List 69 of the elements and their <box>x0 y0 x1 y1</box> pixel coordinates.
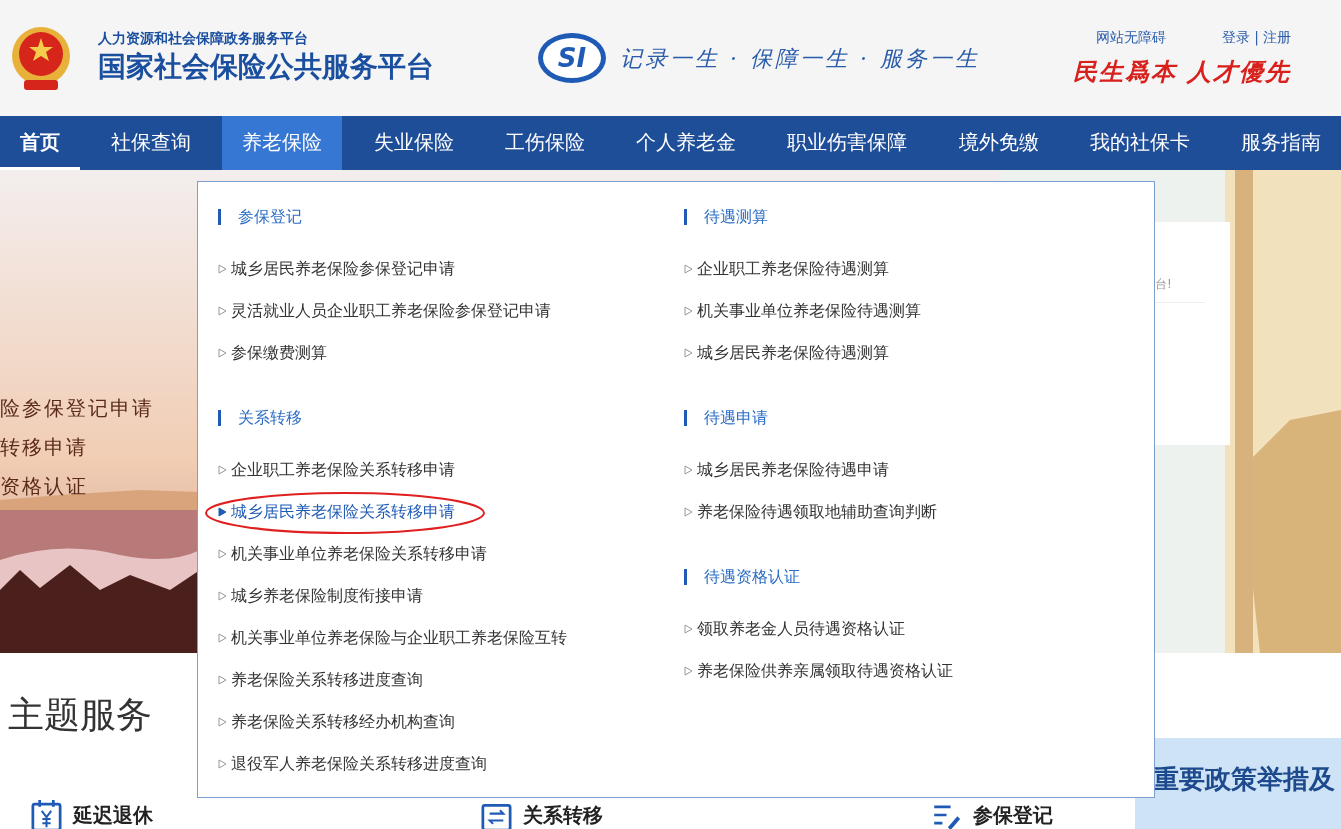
login-link[interactable]: 登录 <box>1222 26 1251 48</box>
menu-link[interactable]: 机关事业单位养老保险与企业职工养老保险互转 <box>218 626 567 650</box>
section-title: 待遇测算 <box>704 206 768 228</box>
notice-text: 台! <box>1155 276 1173 292</box>
banner-caption: 资格认证 <box>0 473 89 500</box>
menu-link[interactable]: 机关事业单位养老保险关系转移申请 <box>218 542 487 566</box>
triangle-outline-icon <box>218 633 227 643</box>
banner-caption: 转移申请 <box>0 434 89 461</box>
theme-card[interactable]: 参保登记 <box>930 800 1122 829</box>
separator: | <box>1254 27 1259 48</box>
nav-tab[interactable]: 失业保险 <box>353 116 474 170</box>
calendar-yen-icon <box>30 800 63 829</box>
emblem-icon <box>10 24 72 92</box>
menu-link[interactable]: 城乡居民养老保险待遇测算 <box>684 341 889 365</box>
menu-link[interactable]: 城乡居民养老保险待遇申请 <box>684 458 889 482</box>
triangle-outline-icon <box>684 666 693 676</box>
section-title: 关系转移 <box>238 407 302 429</box>
accessibility-link[interactable]: 网站无障碍 <box>1096 26 1167 48</box>
triangle-outline-icon <box>218 717 227 727</box>
menu-link[interactable]: 养老保险待遇领取地辅助查询判断 <box>684 500 937 524</box>
nav-tab[interactable]: 社保查询 <box>91 116 212 170</box>
nav-tab[interactable]: 境外免缴 <box>938 116 1059 170</box>
menu-link[interactable]: 企业职工养老保险待遇测算 <box>684 257 889 281</box>
nav-tab[interactable]: 工伤保险 <box>484 116 605 170</box>
triangle-outline-icon <box>218 675 227 685</box>
triangle-filled-icon <box>218 507 227 517</box>
triangle-outline-icon <box>218 264 227 274</box>
menu-link[interactable]: 城乡养老保险制度衔接申请 <box>218 584 423 608</box>
section-title: 待遇申请 <box>704 407 768 429</box>
menu-link[interactable]: 企业职工养老保险关系转移申请 <box>218 458 455 482</box>
triangle-outline-icon <box>218 759 227 769</box>
motto: 民生爲本 人才優先 <box>1072 55 1291 88</box>
triangle-outline-icon <box>684 507 693 517</box>
slogan: 记录一生 · 保障一生 · 服务一生 <box>620 44 981 73</box>
triangle-outline-icon <box>218 591 227 601</box>
menu-link[interactable]: 养老保险供养亲属领取待遇资格认证 <box>684 659 953 683</box>
triangle-outline-icon <box>218 465 227 475</box>
triangle-outline-icon <box>218 549 227 559</box>
menu-link[interactable]: 灵活就业人员企业职工养老保险参保登记申请 <box>218 299 551 323</box>
menu-link[interactable]: 参保缴费测算 <box>218 341 327 365</box>
triangle-outline-icon <box>684 348 693 358</box>
section-title: 待遇资格认证 <box>704 566 800 588</box>
nav-tab[interactable]: 职业伤害保障 <box>767 116 928 170</box>
theme-card[interactable]: 关系转移 <box>480 800 672 829</box>
policy-banner[interactable]: 重要政策举措及 <box>1135 738 1341 829</box>
theme-card[interactable]: 延迟退休 <box>30 800 222 829</box>
triangle-outline-icon <box>684 624 693 634</box>
si-logo: SI <box>538 33 606 83</box>
triangle-outline-icon <box>218 306 227 316</box>
triangle-outline-icon <box>684 264 693 274</box>
site-title: 国家社会保险公共服务平台 <box>98 49 435 85</box>
menu-link[interactable]: 机关事业单位养老保险待遇测算 <box>684 299 921 323</box>
menu-link[interactable]: 养老保险关系转移进度查询 <box>218 668 423 692</box>
section-title: 参保登记 <box>238 206 302 228</box>
menu-link[interactable]: 退役军人养老保险关系转移进度查询 <box>218 752 487 776</box>
header-subtitle: 人力资源和社会保障政务服务平台 <box>98 29 309 47</box>
nav-tab[interactable]: 服务指南 <box>1220 116 1341 170</box>
section-heading: 主题服务 <box>8 693 152 737</box>
menu-link[interactable]: 城乡居民养老保险参保登记申请 <box>218 257 455 281</box>
triangle-outline-icon <box>684 465 693 475</box>
banner-caption: 险参保登记申请 <box>0 395 154 422</box>
nav-tab[interactable]: 我的社保卡 <box>1069 116 1210 170</box>
menu-link[interactable]: 养老保险关系转移经办机构查询 <box>218 710 455 734</box>
nav-tab[interactable]: 个人养老金 <box>616 116 757 170</box>
menu-link[interactable]: 领取养老金人员待遇资格认证 <box>684 617 905 641</box>
triangle-outline-icon <box>684 306 693 316</box>
nav-tab[interactable]: 养老保险 <box>222 116 343 170</box>
register-link[interactable]: 注册 <box>1263 26 1291 48</box>
triangle-outline-icon <box>218 348 227 358</box>
